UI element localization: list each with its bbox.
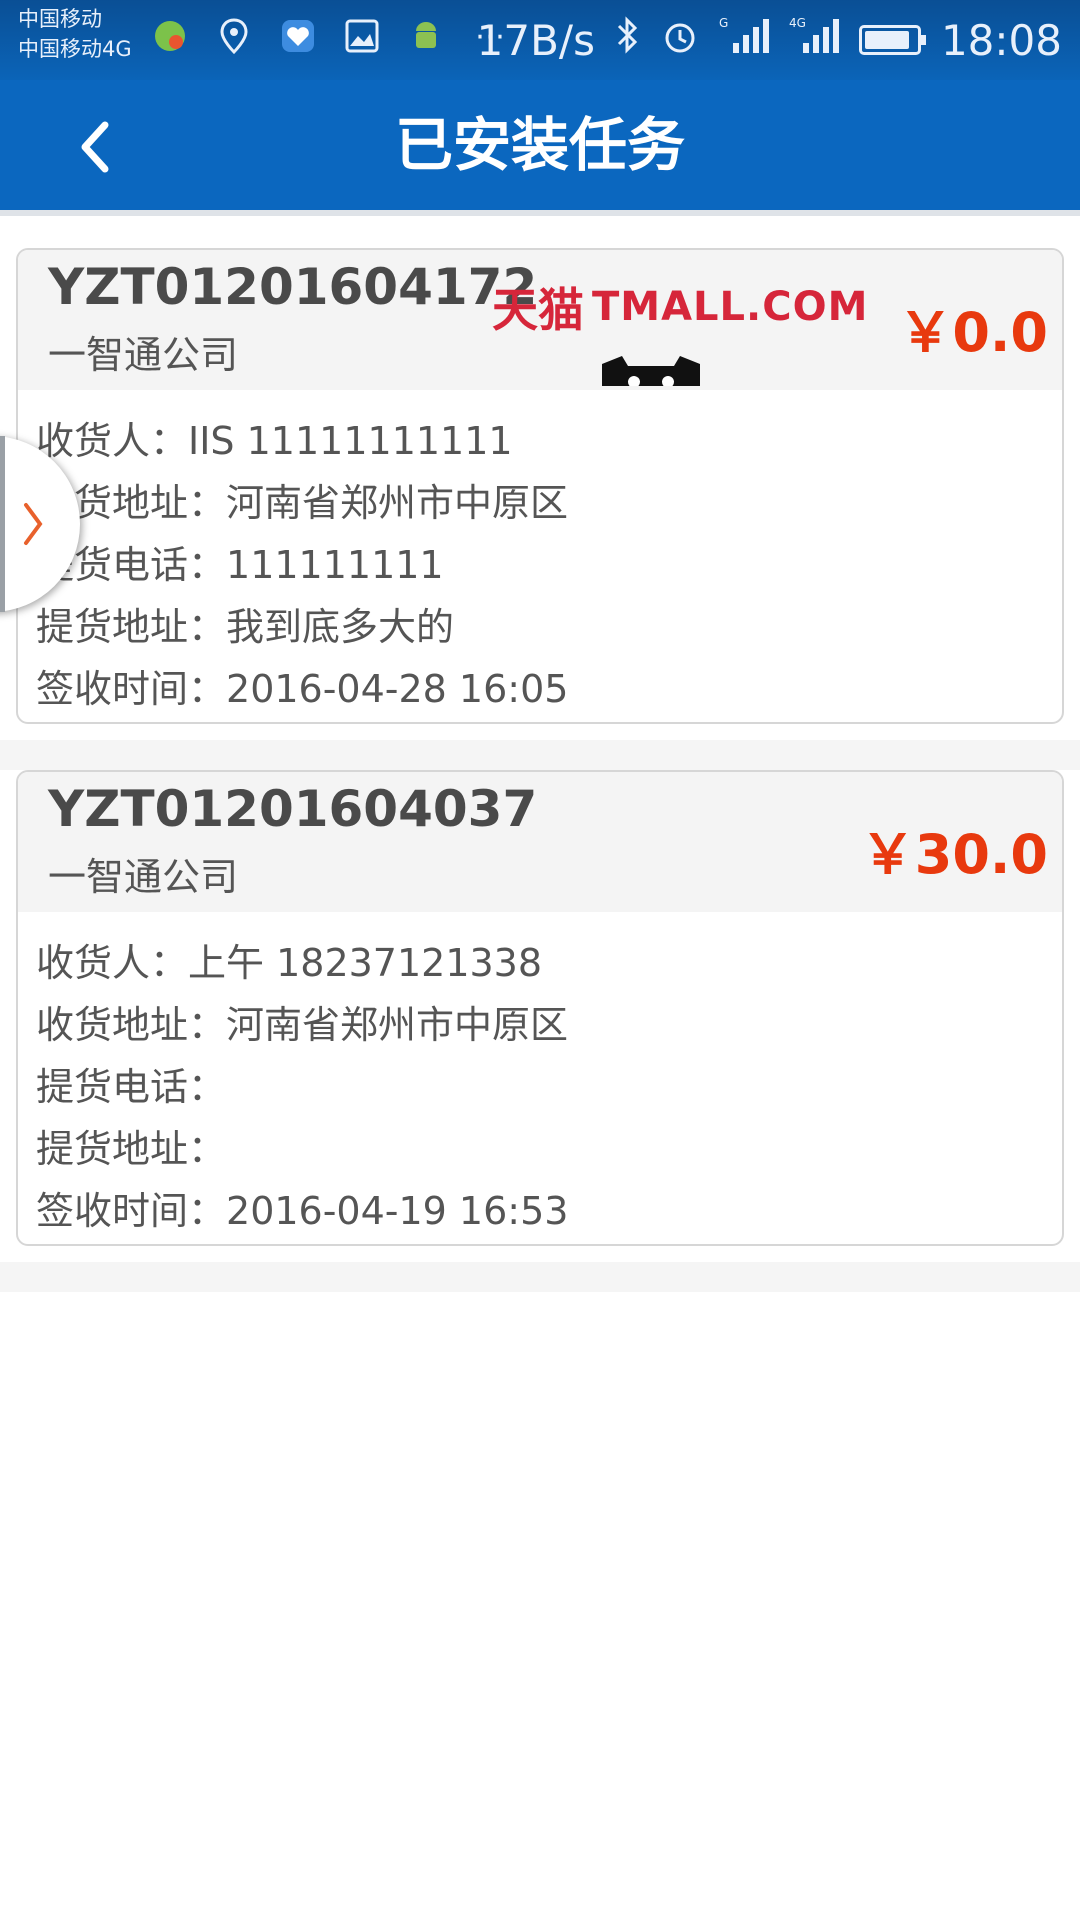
header-divider	[0, 210, 1080, 216]
clock: 18:08	[940, 15, 1062, 65]
battery-icon	[858, 25, 926, 55]
pickup-phone-row: 提货电话：111111111	[36, 534, 1044, 596]
game-app-icon	[150, 16, 190, 56]
row-value: 2016-04-19 16:53	[226, 1189, 569, 1233]
task-card-header: YZT01201604037 一智通公司 ￥30.0	[18, 772, 1062, 912]
row-value: 111111111	[226, 543, 444, 587]
carrier-info: 中国移动 中国移动4G	[18, 4, 132, 64]
chevron-left-icon	[81, 121, 109, 173]
task-price: ￥0.0	[898, 301, 1048, 364]
app-header: 已安装任务	[0, 80, 1080, 210]
net-speed: 17B/s	[476, 15, 595, 65]
health-app-icon	[278, 16, 318, 56]
sign-time-row: 签收时间：2016-04-19 16:53	[36, 1180, 1044, 1242]
order-number: YZT01201604037	[48, 780, 538, 838]
row-value: 河南省郑州市中原区	[226, 1003, 569, 1047]
consignee-row: 收货人：IIS 11111111111	[36, 410, 1044, 472]
chevron-right-icon	[24, 503, 43, 545]
company-name: 一智通公司	[48, 333, 239, 377]
task-price: ￥30.0	[860, 823, 1048, 886]
pickup-address-row: 提货地址：我到底多大的	[36, 596, 1044, 658]
bluetooth-icon	[615, 15, 641, 65]
delivery-address-row: 收货地址：河南省郑州市中原区	[36, 994, 1044, 1056]
delivery-address-row: 收货地址：河南省郑州市中原区	[36, 472, 1044, 534]
page-title: 已安装任务	[394, 111, 685, 179]
row-value: IIS 11111111111	[188, 419, 513, 463]
pickup-address-row: 提货地址：	[36, 1118, 1044, 1180]
row-value: 上午 18237121338	[188, 941, 543, 985]
row-label: 收货人：	[36, 941, 189, 985]
row-label: 提货地址：	[36, 605, 227, 649]
notification-icons: ⋯	[150, 16, 510, 56]
task-card[interactable]: YZT01201604037 一智通公司 ￥30.0 收货人：上午 182371…	[16, 770, 1064, 1246]
alarm-icon	[661, 16, 699, 65]
back-button[interactable]	[60, 112, 130, 182]
location-icon	[214, 16, 254, 56]
tmall-ad-banner[interactable]: 天猫 TMALL.COM	[492, 274, 868, 340]
signal-g-icon: G	[719, 15, 769, 65]
list-separator	[0, 1262, 1080, 1292]
row-value: 2016-04-28 16:05	[226, 667, 569, 711]
row-value: 我到底多大的	[226, 605, 455, 649]
company-name: 一智通公司	[48, 855, 239, 899]
row-label: 提货电话：	[36, 1065, 227, 1109]
gallery-icon	[342, 16, 382, 56]
order-number: YZT01201604172	[48, 258, 538, 316]
ad-brand-cn: 天猫	[492, 283, 584, 337]
sign-time-row: 签收时间：2016-04-28 16:05	[36, 658, 1044, 720]
row-label: 签收时间：	[36, 1189, 227, 1233]
row-label: 提货地址：	[36, 1127, 227, 1171]
android-icon	[406, 16, 446, 56]
list-separator	[0, 740, 1080, 770]
row-label: 签收时间：	[36, 667, 227, 711]
task-card-body: 收货人：IIS 11111111111 收货地址：河南省郑州市中原区 提货电话：…	[18, 390, 1062, 720]
row-label: 收货人：	[36, 419, 189, 463]
tmall-cat-icon	[598, 356, 704, 386]
row-value: 河南省郑州市中原区	[226, 481, 569, 525]
ad-brand-en: TMALL.COM	[592, 284, 869, 330]
consignee-row: 收货人：上午 18237121338	[36, 932, 1044, 994]
carrier-1: 中国移动	[18, 7, 102, 31]
status-bar: 中国移动 中国移动4G ⋯ 17B/s G 4G 18:08	[0, 0, 1080, 80]
handle-bar	[0, 436, 5, 612]
task-card-body: 收货人：上午 18237121338 收货地址：河南省郑州市中原区 提货电话： …	[18, 912, 1062, 1242]
row-label: 收货地址：	[36, 1003, 227, 1047]
svg-text:G: G	[719, 16, 728, 30]
status-right: 17B/s G 4G 18:08	[477, 0, 1062, 80]
pickup-phone-row: 提货电话：	[36, 1056, 1044, 1118]
carrier-2: 中国移动4G	[18, 37, 132, 61]
svg-text:4G: 4G	[789, 16, 806, 30]
signal-4g-icon: 4G	[789, 15, 839, 65]
